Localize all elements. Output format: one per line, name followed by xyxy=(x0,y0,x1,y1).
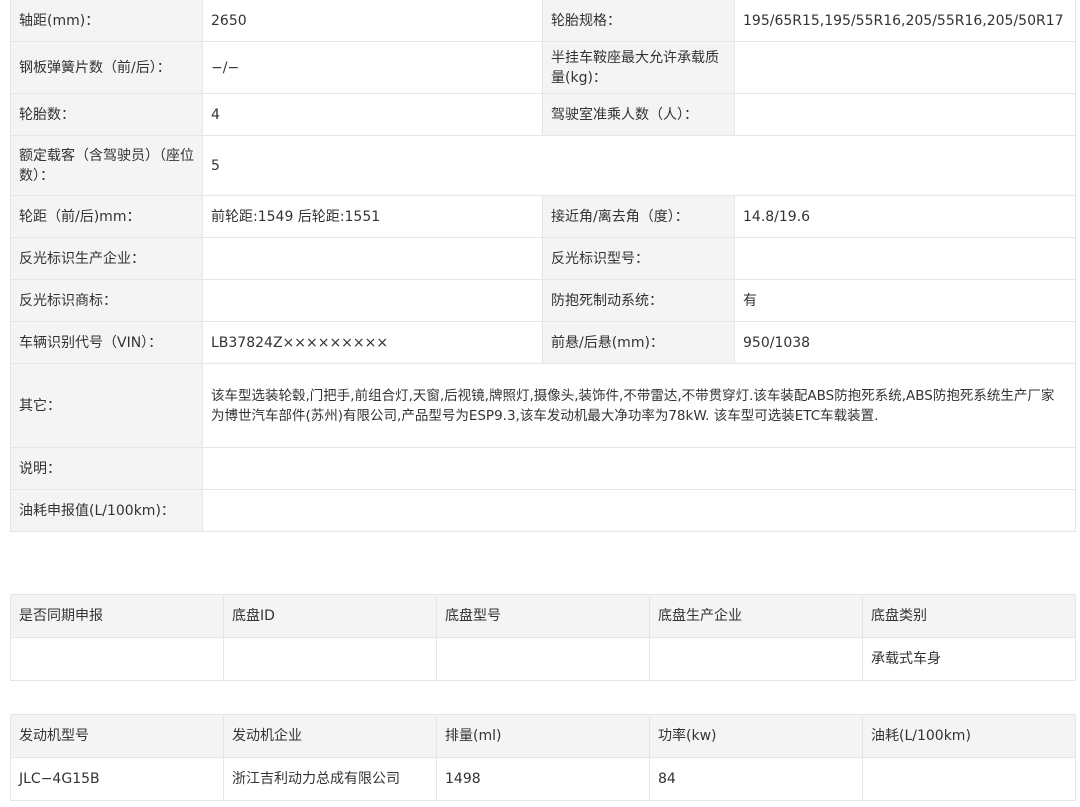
chassis-header-id: 底盘ID xyxy=(223,594,437,638)
engine-header-fuel: 油耗(L/100km) xyxy=(862,714,1076,758)
spec-row-tire-count: 轮胎数： 4 驾驶室准乘人数（人）： xyxy=(10,93,1076,136)
spec-row-track: 轮距（前/后)mm： 前轮距:1549 后轮距:1551 接近角/离去角（度）：… xyxy=(10,195,1076,238)
engine-table: 发动机型号 发动机企业 排量(ml) 功率(kw) 油耗(L/100km) JL… xyxy=(10,714,1076,801)
value-track: 前轮距:1549 后轮距:1551 xyxy=(202,195,543,238)
value-tire-spec: 195/65R15,195/55R16,205/55R16,205/50R17 xyxy=(734,0,1076,42)
engine-header-power: 功率(kw) xyxy=(649,714,863,758)
label-fuel-declared: 油耗申报值(L/100km)： xyxy=(10,489,203,532)
engine-header-row: 发动机型号 发动机企业 排量(ml) 功率(kw) 油耗(L/100km) xyxy=(10,714,1076,758)
label-seats: 额定载客（含驾驶员）（座位数）： xyxy=(10,135,203,196)
engine-cell-power: 84 xyxy=(649,757,863,801)
spec-row-other: 其它： 该车型选装轮毂,门把手,前组合灯,天窗,后视镜,牌照灯,摄像头,装饰件,… xyxy=(10,363,1076,448)
engine-cell-maker: 浙江吉利动力总成有限公司 xyxy=(223,757,437,801)
spec-row-leaf-spring: 钢板弹簧片数（前/后）： −/− 半挂车鞍座最大允许承载质量(kg)： xyxy=(10,41,1076,94)
label-overhang: 前悬/后悬(mm)： xyxy=(542,321,735,364)
chassis-table: 是否同期申报 底盘ID 底盘型号 底盘生产企业 底盘类别 承载式车身 xyxy=(10,594,1076,681)
chassis-header-row: 是否同期申报 底盘ID 底盘型号 底盘生产企业 底盘类别 xyxy=(10,594,1076,638)
value-other: 该车型选装轮毂,门把手,前组合灯,天窗,后视镜,牌照灯,摄像头,装饰件,不带雷达… xyxy=(202,363,1076,448)
label-reflector-brand: 反光标识商标： xyxy=(10,279,203,322)
chassis-header-model: 底盘型号 xyxy=(436,594,650,638)
chassis-header-maker: 底盘生产企业 xyxy=(649,594,863,638)
chassis-cell-model xyxy=(436,637,650,681)
engine-header-displacement: 排量(ml) xyxy=(436,714,650,758)
label-track: 轮距（前/后)mm： xyxy=(10,195,203,238)
value-leaf-spring: −/− xyxy=(202,41,543,94)
table-row: JLC−4G15B 浙江吉利动力总成有限公司 1498 84 xyxy=(10,757,1076,801)
label-notes: 说明： xyxy=(10,447,203,490)
label-cab-capacity: 驾驶室准乘人数（人）： xyxy=(542,93,735,136)
chassis-cell-concurrent xyxy=(10,637,224,681)
value-reflector-brand xyxy=(202,279,543,322)
chassis-cell-id xyxy=(223,637,437,681)
engine-header-maker: 发动机企业 xyxy=(223,714,437,758)
value-vin: LB37824Z××××××××× xyxy=(202,321,543,364)
label-vin: 车辆识别代号（VIN）： xyxy=(10,321,203,364)
engine-header-model: 发动机型号 xyxy=(10,714,224,758)
value-tire-count: 4 xyxy=(202,93,543,136)
value-reflector-maker xyxy=(202,237,543,280)
label-reflector-model: 反光标识型号： xyxy=(542,237,735,280)
engine-cell-model: JLC−4G15B xyxy=(10,757,224,801)
value-notes xyxy=(202,447,1076,490)
vehicle-spec-table: 轴距(mm)： 2650 轮胎规格： 195/65R15,195/55R16,2… xyxy=(10,0,1076,532)
chassis-cell-category: 承载式车身 xyxy=(862,637,1076,681)
spec-row-fuel: 油耗申报值(L/100km)： xyxy=(10,489,1076,532)
value-saddle-load xyxy=(734,41,1076,94)
label-tire-count: 轮胎数： xyxy=(10,93,203,136)
spec-row-wheelbase: 轴距(mm)： 2650 轮胎规格： 195/65R15,195/55R16,2… xyxy=(10,0,1076,42)
chassis-header-concurrent: 是否同期申报 xyxy=(10,594,224,638)
value-wheelbase: 2650 xyxy=(202,0,543,42)
label-wheelbase: 轴距(mm)： xyxy=(10,0,203,42)
engine-cell-fuel xyxy=(862,757,1076,801)
value-fuel-declared xyxy=(202,489,1076,532)
label-reflector-maker: 反光标识生产企业： xyxy=(10,237,203,280)
label-other: 其它： xyxy=(10,363,203,448)
table-row: 承载式车身 xyxy=(10,637,1076,681)
label-abs: 防抱死制动系统： xyxy=(542,279,735,322)
engine-cell-displacement: 1498 xyxy=(436,757,650,801)
value-overhang: 950/1038 xyxy=(734,321,1076,364)
chassis-header-category: 底盘类别 xyxy=(862,594,1076,638)
spec-row-reflector-brand: 反光标识商标： 防抱死制动系统： 有 xyxy=(10,279,1076,322)
value-abs: 有 xyxy=(734,279,1076,322)
spec-row-notes: 说明： xyxy=(10,447,1076,490)
label-tire-spec: 轮胎规格： xyxy=(542,0,735,42)
label-leaf-spring: 钢板弹簧片数（前/后）： xyxy=(10,41,203,94)
spec-row-vin: 车辆识别代号（VIN）： LB37824Z××××××××× 前悬/后悬(mm)… xyxy=(10,321,1076,364)
value-seats: 5 xyxy=(202,135,1076,196)
spec-row-reflector-maker: 反光标识生产企业： 反光标识型号： xyxy=(10,237,1076,280)
label-saddle-load: 半挂车鞍座最大允许承载质量(kg)： xyxy=(542,41,735,94)
value-cab-capacity xyxy=(734,93,1076,136)
value-approach-angle: 14.8/19.6 xyxy=(734,195,1076,238)
spec-row-seats: 额定载客（含驾驶员）（座位数）： 5 xyxy=(10,135,1076,196)
chassis-cell-maker xyxy=(649,637,863,681)
value-reflector-model xyxy=(734,237,1076,280)
label-approach-angle: 接近角/离去角（度）： xyxy=(542,195,735,238)
